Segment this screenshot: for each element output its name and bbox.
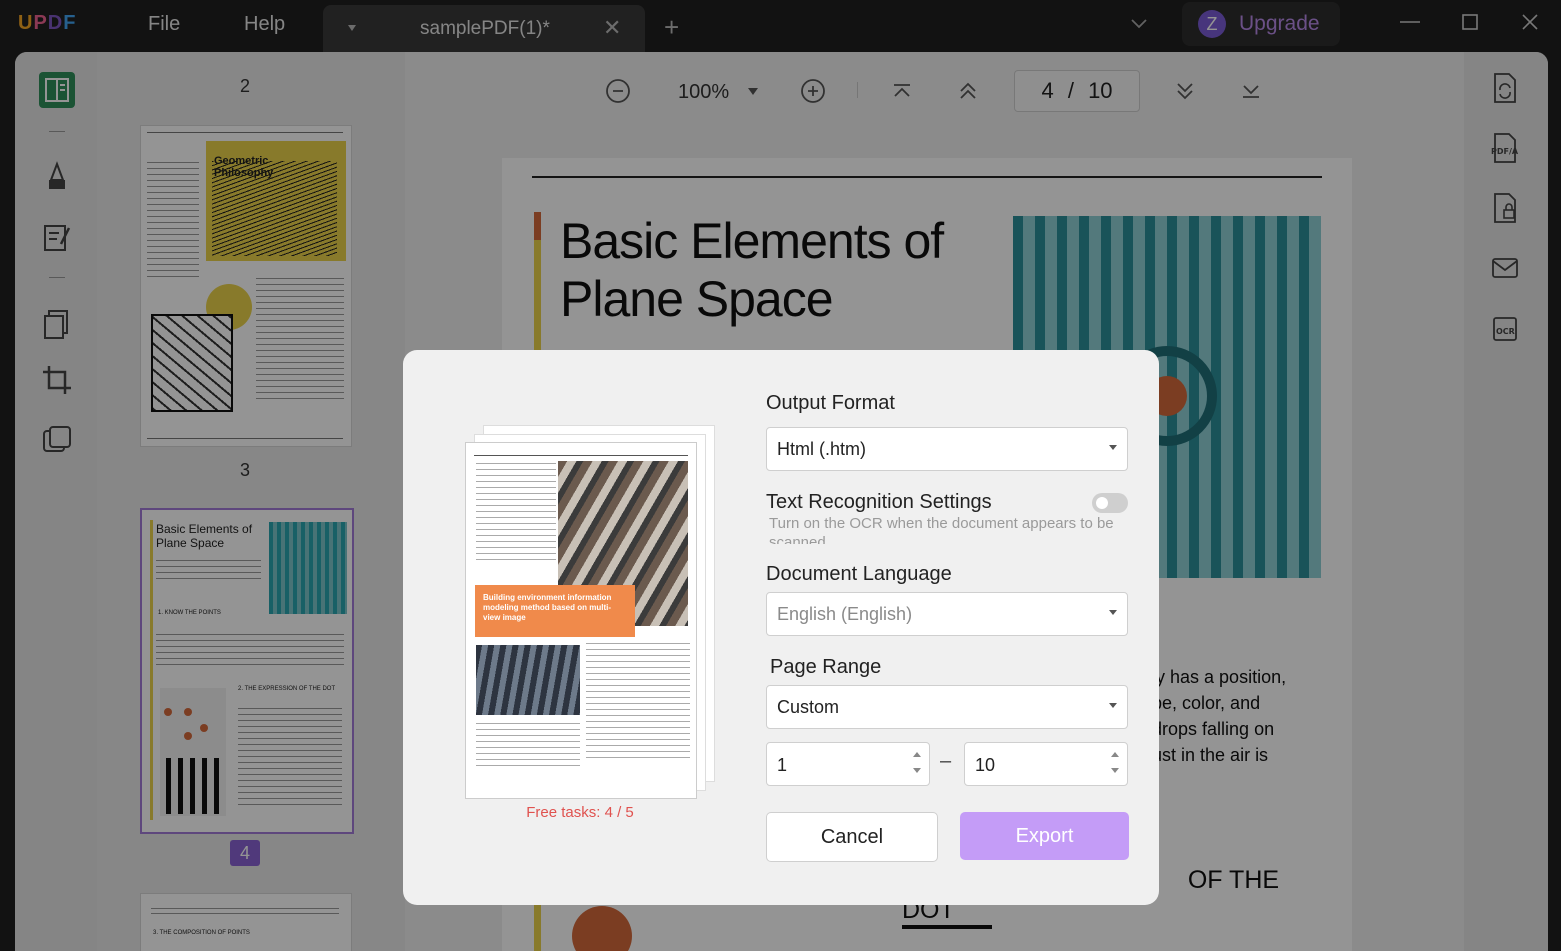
document-language-value: English (English)	[777, 604, 913, 624]
export-button[interactable]: Export	[960, 812, 1129, 860]
range-to-value: 10	[975, 755, 996, 775]
preview-photo	[476, 645, 580, 715]
chevron-down-icon	[1109, 610, 1117, 615]
toggle-knob	[1096, 497, 1108, 509]
chevron-down-icon	[1109, 445, 1117, 450]
range-dash: –	[940, 750, 952, 772]
preview-text	[476, 723, 580, 768]
range-to-stepper[interactable]: 10	[964, 742, 1128, 786]
stepper-up-icon[interactable]	[913, 752, 921, 757]
preview-rule	[474, 455, 688, 456]
output-format-value: Html (.htm)	[777, 439, 866, 459]
stepper-up-icon[interactable]	[1111, 752, 1119, 757]
preview-text	[476, 463, 556, 563]
ocr-toggle[interactable]	[1092, 493, 1128, 513]
output-format-select[interactable]: Html (.htm)	[766, 427, 1128, 471]
page-range-label: Page Range	[770, 656, 882, 678]
export-dialog: Building environment information modelin…	[403, 350, 1159, 905]
document-language-label: Document Language	[766, 563, 952, 585]
preview-callout: Building environment information modelin…	[475, 585, 635, 637]
stepper-down-icon[interactable]	[1111, 768, 1119, 773]
range-from-stepper[interactable]: 1	[766, 742, 930, 786]
page-range-select[interactable]: Custom	[766, 685, 1128, 729]
ocr-hint: Turn on the OCR when the document appear…	[769, 515, 1114, 544]
stepper-down-icon[interactable]	[913, 768, 921, 773]
output-format-label: Output Format	[766, 392, 895, 414]
range-from-value: 1	[777, 755, 788, 775]
ocr-settings-label: Text Recognition Settings	[766, 491, 992, 513]
page-range-value: Custom	[777, 697, 840, 717]
preview-text	[586, 643, 690, 763]
free-tasks-counter: Free tasks: 4 / 5	[526, 804, 634, 821]
cancel-button[interactable]: Cancel	[766, 812, 938, 862]
document-language-select[interactable]: English (English)	[766, 592, 1128, 636]
chevron-down-icon	[1109, 703, 1117, 708]
preview-page: Building environment information modelin…	[465, 442, 697, 799]
